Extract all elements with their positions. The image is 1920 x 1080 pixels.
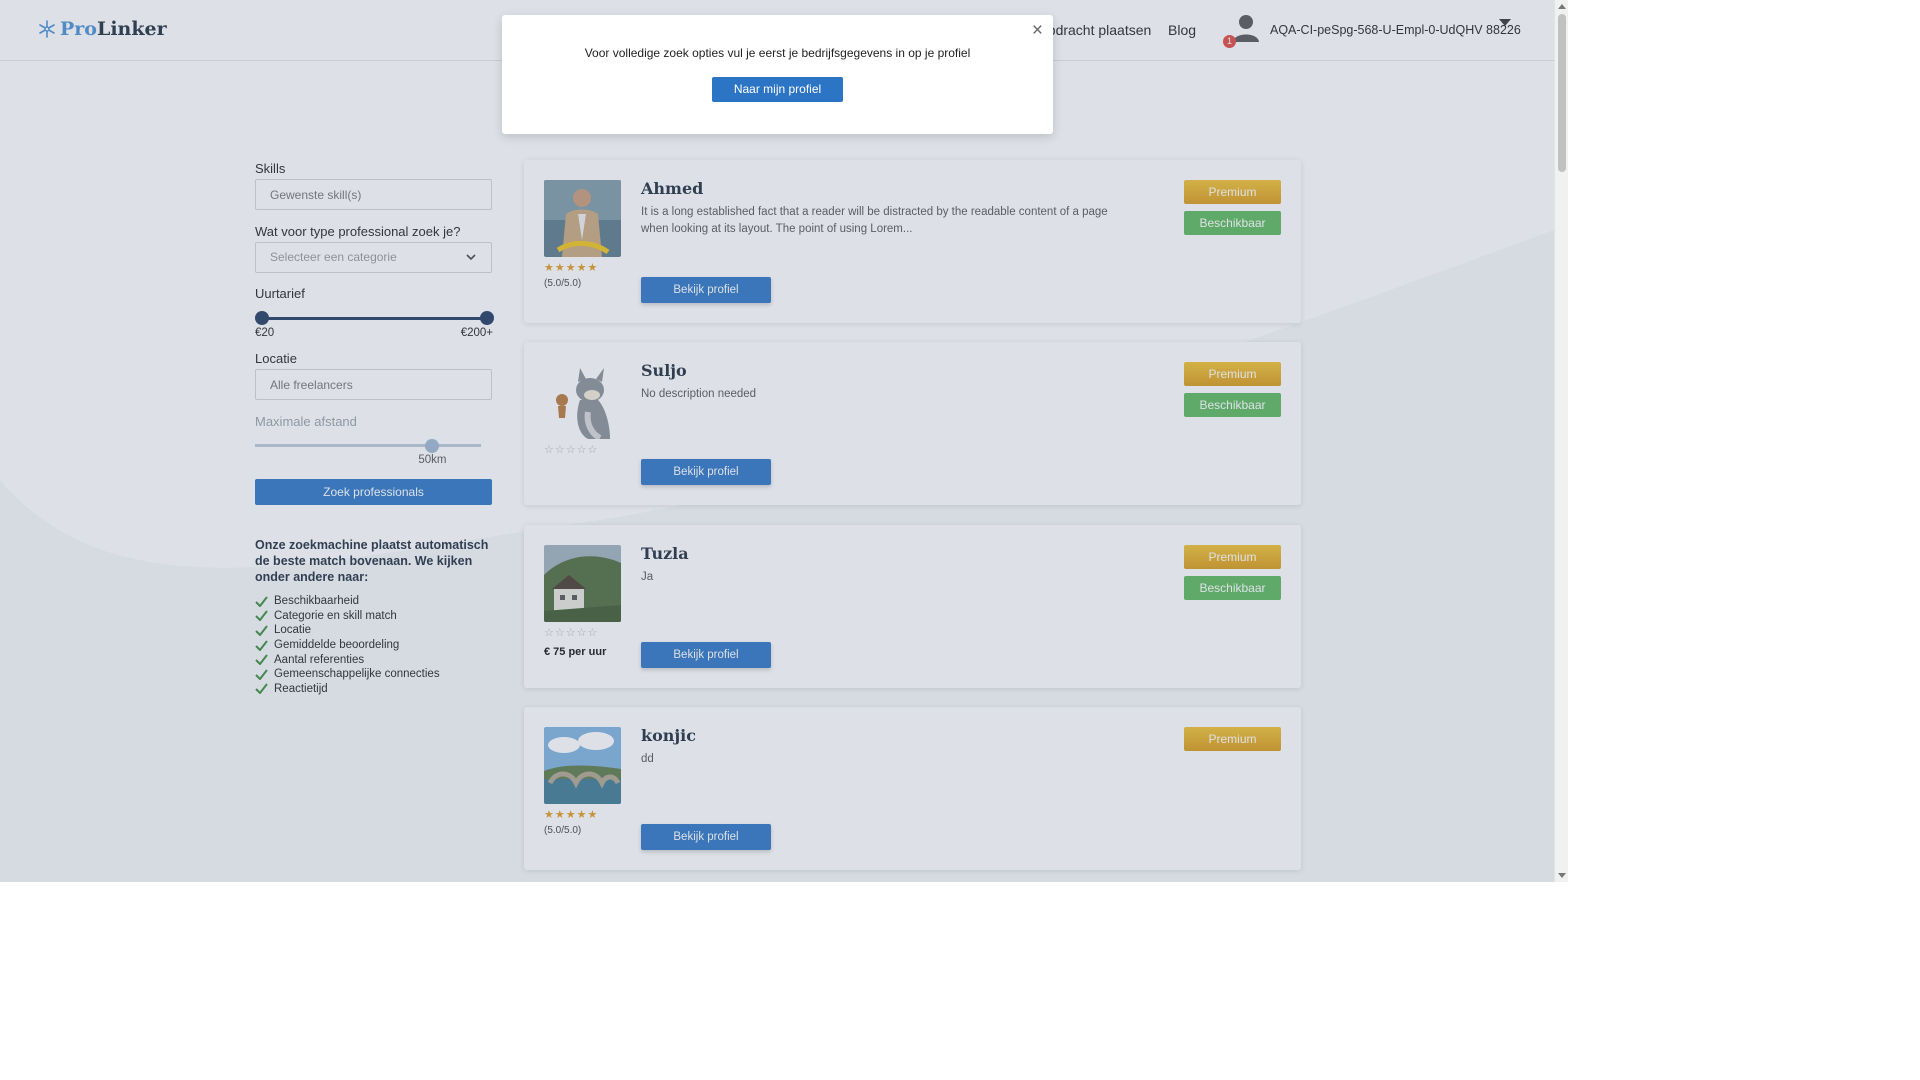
profile-required-modal: × Voor volledige zoek opties vul je eers… [502, 15, 1053, 134]
close-icon[interactable]: × [1032, 21, 1043, 40]
scroll-down-arrow-icon[interactable] [1558, 873, 1566, 878]
scrollbar[interactable] [1554, 0, 1568, 882]
scroll-up-arrow-icon[interactable] [1558, 4, 1566, 9]
go-to-profile-button[interactable]: Naar mijn profiel [712, 77, 843, 102]
page: ProLinker opdracht plaatsen Blog 1 AQA-C… [0, 0, 1554, 882]
modal-message: Voor volledige zoek opties vul je eerst … [584, 46, 971, 60]
scrollbar-thumb[interactable] [1558, 14, 1566, 172]
